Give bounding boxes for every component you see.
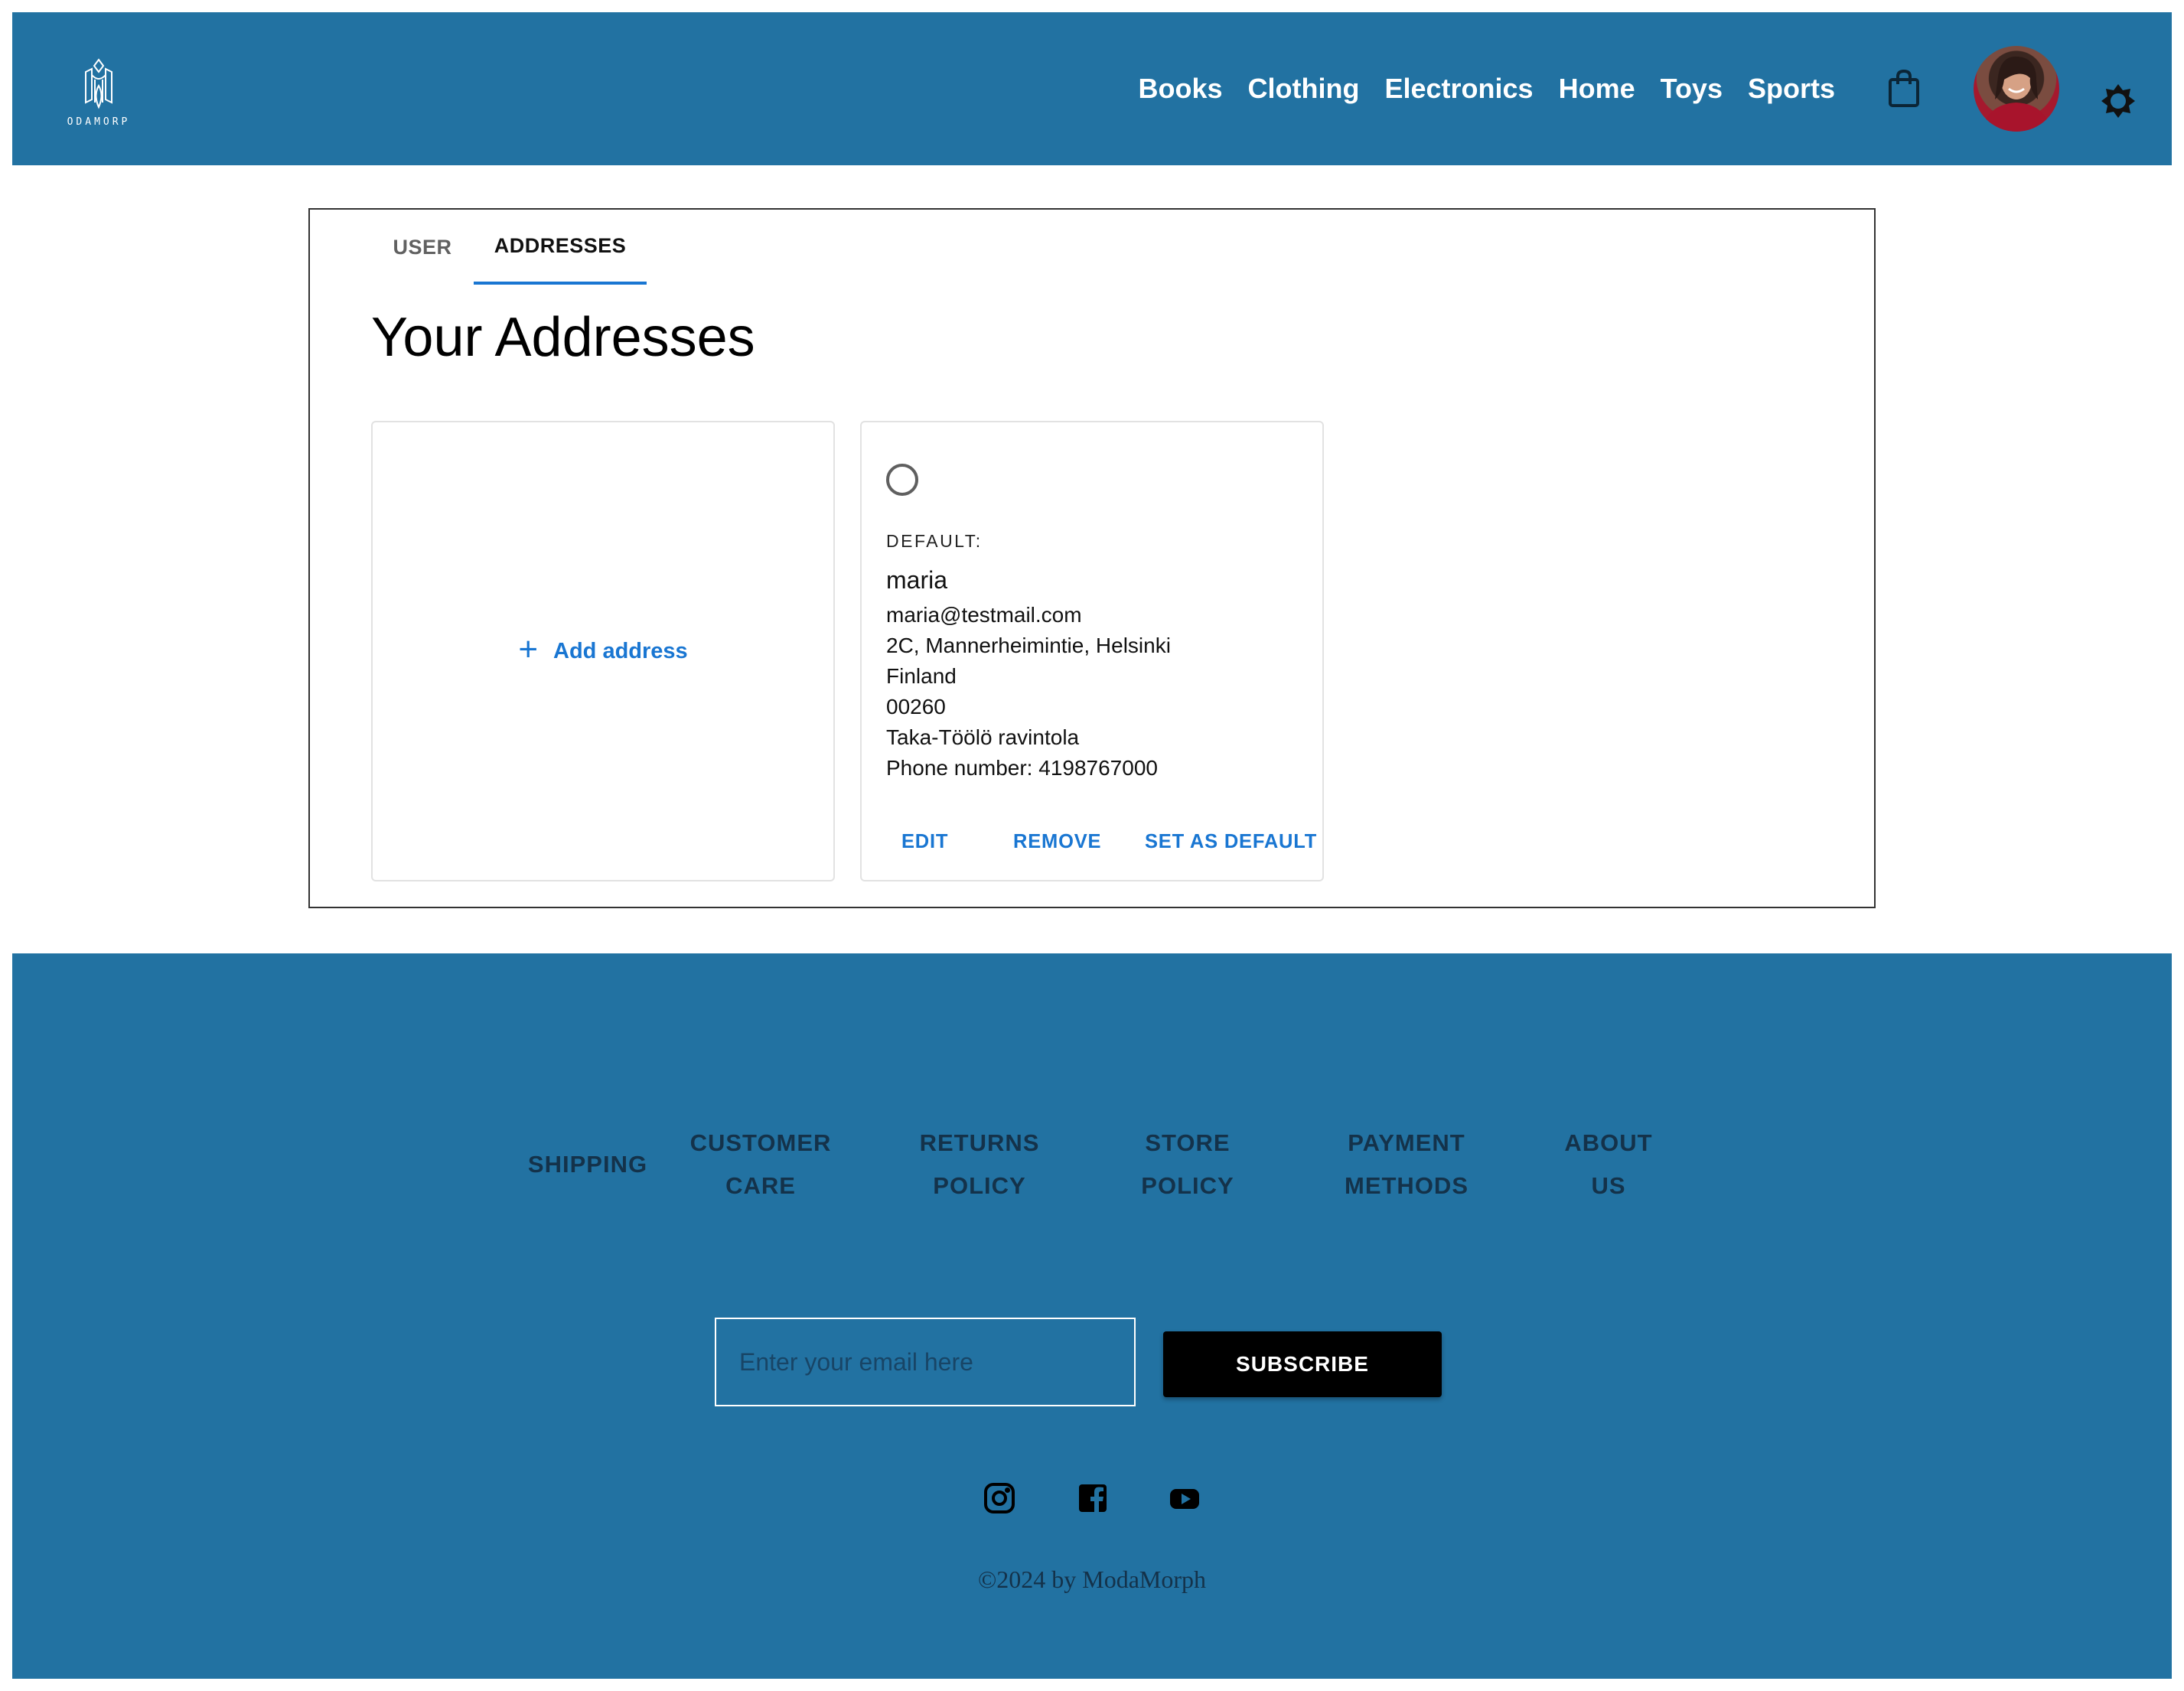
add-address-card[interactable]: + Add address bbox=[371, 421, 835, 881]
copyright-text: ©2024 by ModaMorph bbox=[977, 1566, 1207, 1593]
footer-link-about-us-line2: US bbox=[1591, 1172, 1626, 1199]
footer-link-customer-care[interactable]: CUSTOMER CARE bbox=[684, 1122, 837, 1207]
nav-item-toys[interactable]: Toys bbox=[1661, 73, 1723, 105]
address-card: DEFAULT: maria maria@testmail.com 2C, Ma… bbox=[860, 421, 1324, 881]
footer-link-customer-care-line1: CUSTOMER bbox=[689, 1129, 832, 1156]
set-default-button[interactable]: SET AS DEFAULT bbox=[1145, 831, 1317, 853]
newsletter-email-input[interactable] bbox=[715, 1318, 1136, 1406]
footer-link-store-policy-line2: POLICY bbox=[1141, 1172, 1234, 1199]
footer-link-payment-methods[interactable]: PAYMENT METHODS bbox=[1330, 1122, 1483, 1207]
address-company: Taka-Töölö ravintola bbox=[886, 725, 1080, 749]
logo-wordmark: ODAMORP bbox=[67, 116, 131, 128]
footer-link-payment-methods-line2: METHODS bbox=[1345, 1172, 1468, 1199]
address-country: Finland bbox=[886, 664, 957, 688]
default-radio[interactable] bbox=[886, 464, 918, 496]
nav-item-home[interactable]: Home bbox=[1559, 73, 1635, 105]
instagram-icon[interactable] bbox=[983, 1481, 1016, 1515]
facebook-icon[interactable] bbox=[1076, 1481, 1110, 1515]
youtube-icon[interactable] bbox=[1168, 1481, 1201, 1515]
logo-emblem-icon bbox=[85, 58, 112, 109]
tab-user[interactable]: USER bbox=[371, 210, 474, 285]
nav-item-books[interactable]: Books bbox=[1139, 73, 1223, 105]
footer-link-store-policy[interactable]: STORE POLICY bbox=[1111, 1122, 1264, 1207]
footer-link-returns-policy-line1: RETURNS bbox=[919, 1129, 1040, 1156]
footer-link-about-us-line1: ABOUT bbox=[1564, 1129, 1653, 1156]
account-panel: USER ADDRESSES Your Addresses + Add addr… bbox=[308, 208, 1876, 908]
remove-button[interactable]: REMOVE bbox=[1013, 831, 1101, 853]
add-address-label: Add address bbox=[553, 638, 688, 663]
address-actions: EDIT REMOVE SET AS DEFAULT bbox=[862, 820, 1322, 863]
footer-link-returns-policy[interactable]: RETURNS POLICY bbox=[903, 1122, 1056, 1207]
tab-addresses[interactable]: ADDRESSES bbox=[474, 210, 647, 285]
subscribe-button[interactable]: SUBSCRIBE bbox=[1163, 1331, 1442, 1397]
address-details: maria@testmail.com 2C, Mannerheimintie, … bbox=[886, 600, 1171, 784]
address-phone: Phone number: 4198767000 bbox=[886, 756, 1158, 780]
footer-link-shipping[interactable]: SHIPPING bbox=[511, 1143, 664, 1186]
site-header: ODAMORP Books Clothing Electronics Home … bbox=[12, 12, 2172, 165]
nav-item-sports[interactable]: Sports bbox=[1748, 73, 1835, 105]
brand-logo[interactable]: ODAMORP bbox=[63, 57, 135, 133]
footer-links: SHIPPING CUSTOMER CARE RETURNS POLICY ST… bbox=[12, 1122, 2172, 1206]
page-title: Your Addresses bbox=[371, 307, 755, 368]
footer-link-customer-care-line2: CARE bbox=[725, 1172, 796, 1199]
address-name: maria bbox=[886, 566, 948, 594]
add-address-button[interactable]: + Add address bbox=[518, 630, 688, 668]
address-street: 2C, Mannerheimintie, Helsinki bbox=[886, 634, 1171, 657]
site-footer: SHIPPING CUSTOMER CARE RETURNS POLICY ST… bbox=[12, 953, 2172, 1679]
main-nav: Books Clothing Electronics Home Toys Spo… bbox=[1139, 12, 1835, 165]
footer-link-payment-methods-line1: PAYMENT bbox=[1348, 1129, 1465, 1156]
brightness-icon[interactable] bbox=[2100, 83, 2137, 119]
footer-link-shipping-text: SHIPPING bbox=[527, 1151, 648, 1178]
default-label: DEFAULT: bbox=[886, 531, 983, 551]
shopping-bag-icon[interactable] bbox=[1887, 69, 1921, 109]
plus-icon: + bbox=[518, 630, 539, 668]
address-postal-code: 00260 bbox=[886, 695, 946, 718]
account-tabs: USER ADDRESSES bbox=[371, 210, 647, 285]
user-avatar[interactable] bbox=[1974, 46, 2059, 132]
footer-link-about-us[interactable]: ABOUT US bbox=[1532, 1122, 1685, 1207]
nav-item-electronics[interactable]: Electronics bbox=[1385, 73, 1534, 105]
footer-link-store-policy-line1: STORE bbox=[1145, 1129, 1231, 1156]
footer-link-returns-policy-line2: POLICY bbox=[933, 1172, 1026, 1199]
edit-button[interactable]: EDIT bbox=[901, 831, 948, 853]
nav-item-clothing[interactable]: Clothing bbox=[1248, 73, 1360, 105]
address-email: maria@testmail.com bbox=[886, 603, 1082, 627]
